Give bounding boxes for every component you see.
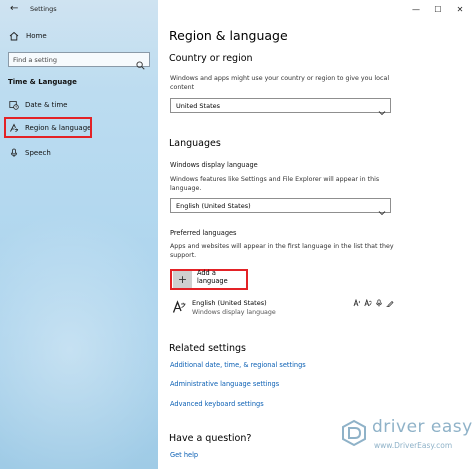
display-language-dropdown-value: English (United States) [176, 202, 251, 210]
preferred-languages-description: Apps and websites will appear in the fir… [170, 243, 394, 259]
page-title: Region & language [169, 28, 288, 43]
watermark-text: driver easy [372, 417, 473, 437]
sidebar-section-header: Time & Language [8, 78, 77, 86]
sidebar-item-label: Date & time [25, 101, 68, 109]
language-feature-icons [353, 299, 394, 307]
chevron-down-icon [378, 102, 386, 116]
watermark: driver easy www.DriverEasy.com [340, 413, 474, 469]
window-title: Settings [30, 5, 57, 13]
languages-heading: Languages [169, 138, 221, 149]
search-box[interactable] [8, 52, 150, 70]
calendar-clock-icon [9, 100, 19, 110]
question-heading: Have a question? [169, 433, 252, 444]
watermark-url: www.DriverEasy.com [374, 441, 453, 450]
sidebar-item-label: Home [26, 32, 47, 40]
related-settings-heading: Related settings [169, 343, 246, 354]
sidebar-item-label: Speech [25, 149, 51, 157]
speech-recognition-icon [375, 299, 383, 307]
search-input[interactable] [13, 54, 131, 65]
microphone-icon [9, 148, 19, 158]
minimize-icon[interactable]: — [409, 2, 423, 16]
add-language-button[interactable]: + Add a language [170, 269, 248, 290]
close-icon[interactable]: ✕ [453, 2, 467, 16]
add-language-label: Add a language [196, 268, 228, 285]
link-advanced-keyboard-settings[interactable]: Advanced keyboard settings [170, 400, 264, 408]
handwriting-icon [386, 299, 394, 307]
language-name: English (United States) [192, 299, 267, 307]
sidebar-item-date-time[interactable]: Date & time [0, 96, 158, 114]
drivereasy-logo-icon [340, 419, 368, 447]
link-get-help[interactable]: Get help [170, 451, 198, 459]
language-list-item[interactable]: English (United States) Windows display … [170, 296, 394, 322]
link-administrative-language-settings[interactable]: Administrative language settings [170, 380, 279, 388]
chevron-down-icon [378, 202, 386, 216]
language-subtitle: Windows display language [192, 309, 276, 316]
sidebar-item-home[interactable]: Home [0, 26, 158, 46]
back-arrow-icon[interactable]: ← [10, 3, 18, 14]
display-language-dropdown[interactable]: English (United States) [170, 198, 391, 216]
text-to-speech-icon [353, 299, 361, 307]
preferred-languages-label: Preferred languages [170, 229, 237, 237]
sidebar-item-speech[interactable]: Speech [0, 144, 158, 162]
country-description: Windows and apps might use your country … [170, 75, 390, 91]
display-language-label: Windows display language [170, 161, 258, 169]
selection-highlight-box [4, 117, 92, 138]
title-bar: ← Settings [0, 0, 158, 20]
plus-icon: + [173, 271, 192, 288]
link-additional-regional-settings[interactable]: Additional date, time, & regional settin… [170, 361, 306, 369]
home-icon [9, 31, 19, 41]
country-heading: Country or region [169, 53, 253, 64]
display-language-description: Windows features like Settings and File … [170, 176, 380, 192]
main-content: — ☐ ✕ Region & language Country or regio… [158, 0, 474, 469]
country-dropdown[interactable]: United States [170, 98, 391, 116]
country-dropdown-value: United States [176, 102, 221, 110]
sidebar: ← Settings Home Time & Language Date & t… [0, 0, 158, 469]
search-icon[interactable] [136, 55, 145, 70]
maximize-icon[interactable]: ☐ [431, 2, 445, 16]
display-language-icon [364, 299, 372, 307]
language-glyph-icon [172, 300, 186, 317]
